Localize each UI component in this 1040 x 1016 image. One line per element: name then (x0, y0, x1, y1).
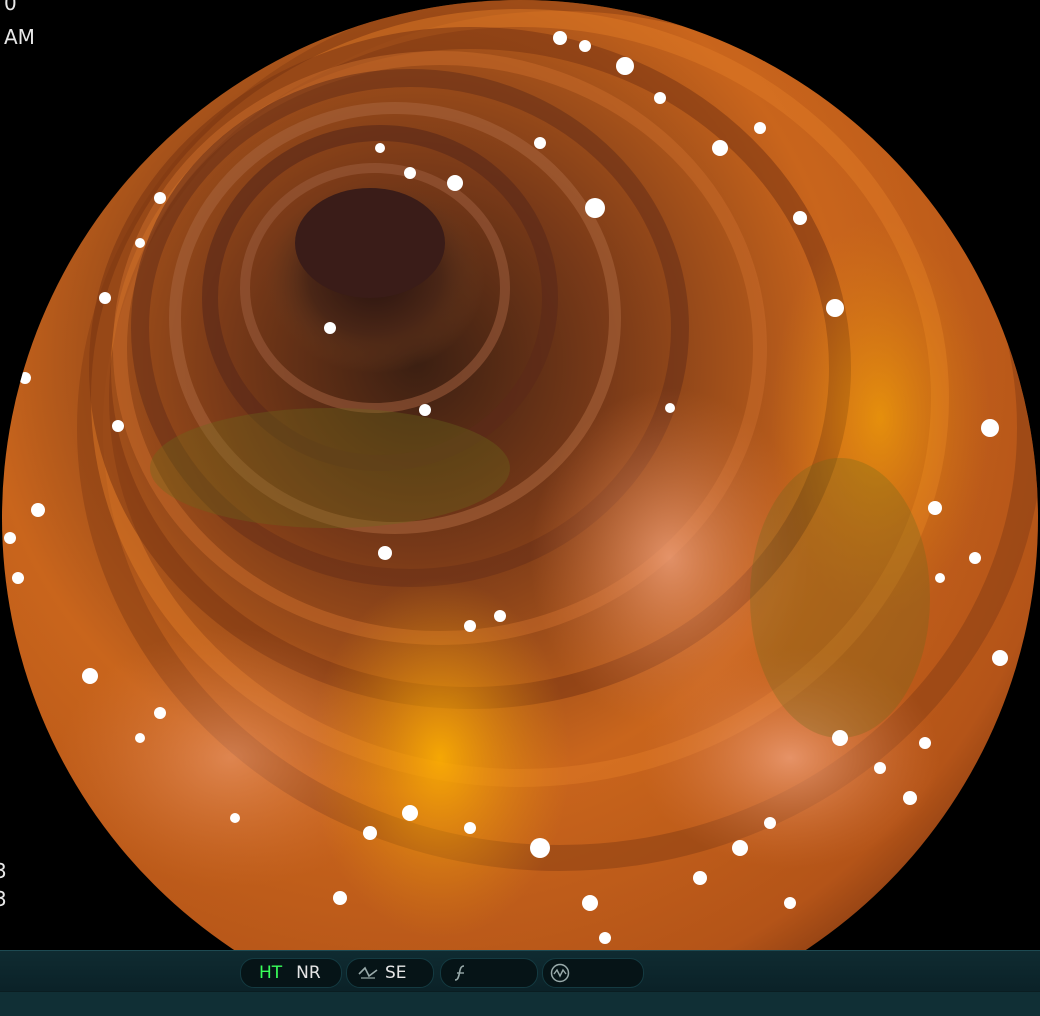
ht-indicator: HT (259, 963, 283, 983)
status-bar-lower-stripe (0, 991, 1040, 1016)
endoscopic-image (2, 0, 1038, 950)
se-indicator: SE (385, 963, 407, 983)
overlay-time-period: AM (4, 25, 35, 49)
endoscope-view: 0 AM 3 3 (0, 0, 1040, 950)
status-bar: HT NR SE (0, 950, 1040, 1016)
ht-nr-indicator: HT NR (240, 958, 342, 988)
wave-circle-icon (550, 963, 570, 983)
overlay-top-left-line1: 0 (4, 0, 17, 15)
structure-enhance-indicator: SE (346, 958, 434, 988)
function-icon (454, 965, 465, 981)
nr-indicator: NR (296, 963, 321, 983)
wave-indicator (542, 958, 644, 988)
function-indicator (440, 958, 538, 988)
overlay-bottom-left-line2: 3 (0, 887, 7, 911)
overlay-bottom-left-line1: 3 (0, 859, 7, 883)
structure-enhance-icon (358, 966, 378, 979)
